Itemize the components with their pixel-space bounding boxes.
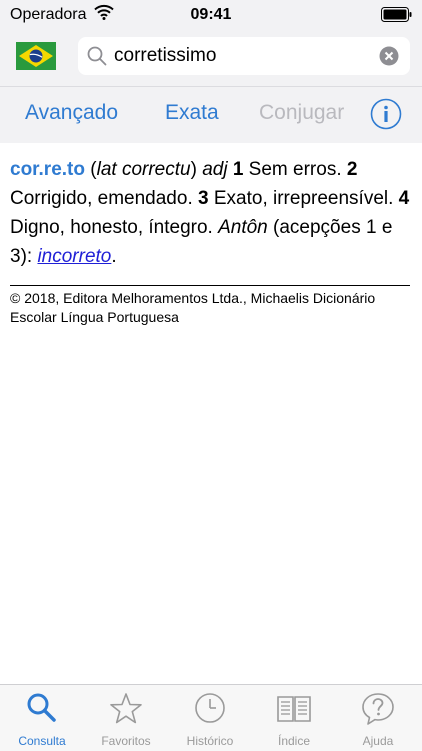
info-icon[interactable] (370, 98, 402, 135)
entry-etymology: lat correctu (96, 159, 191, 180)
antonym-label: Antôn (218, 217, 268, 238)
conjugate-button[interactable]: Conjugar (259, 101, 344, 125)
tab-indice[interactable]: Índice (252, 685, 336, 751)
status-bar: Operadora 09:41 (0, 0, 422, 30)
sense-number-2: 2 (346, 159, 358, 180)
entry-paren-close: ) (190, 159, 203, 180)
copyright-notice: © 2018, Editora Melhoramentos Ltda., Mic… (10, 285, 410, 327)
tab-bar: Consulta Favoritos Histórico Índice Ajud… (0, 684, 422, 751)
clock-time: 09:41 (190, 6, 232, 23)
tab-consulta[interactable]: Consulta (0, 685, 84, 751)
search-bar[interactable] (78, 37, 410, 75)
help-icon (362, 693, 394, 725)
sense-number-4: 4 (398, 188, 410, 209)
dictionary-entry: cor.re.to (lat correctu) adj 1 Sem erros… (10, 155, 412, 271)
search-icon (27, 693, 56, 722)
tab-favoritos[interactable]: Favoritos (84, 685, 168, 751)
top-bar: Operadora 09:41 (0, 0, 422, 86)
battery-icon (381, 7, 413, 27)
star-icon (110, 693, 142, 724)
sense-text-1: Sem erros. (243, 159, 347, 180)
tab-ajuda[interactable]: Ajuda (336, 685, 420, 751)
clear-search-icon[interactable] (379, 46, 399, 71)
entry-headword: cor.re.to (10, 159, 85, 180)
sense-text-4: Digno, honesto, íntegro. (10, 217, 213, 238)
tab-label: Índice (277, 734, 311, 748)
tab-label: Histórico (186, 734, 234, 748)
sense-number-1: 1 (227, 159, 244, 180)
search-input[interactable] (114, 37, 374, 75)
entry-part-of-speech: adj (202, 159, 228, 180)
tab-label: Favoritos (101, 734, 151, 748)
entry-paren-open: ( (84, 159, 97, 180)
tab-label: Consulta (18, 734, 66, 748)
search-icon (86, 45, 108, 72)
search-mode-bar: Avançado Exata Conjugar (0, 86, 422, 143)
sense-number-3: 3 (198, 188, 209, 209)
tab-label: Ajuda (362, 734, 394, 748)
exact-search-button[interactable]: Exata (165, 101, 219, 125)
clock-icon (195, 693, 225, 723)
tab-historico[interactable]: Histórico (168, 685, 252, 751)
book-icon (277, 696, 311, 722)
sense-text-3: Exato, irrepreensível. (208, 188, 399, 209)
entry-end-period: . (111, 246, 117, 267)
sense-text-2: Corrigido, emendado. (10, 188, 198, 209)
advanced-search-button[interactable]: Avançado (25, 101, 118, 125)
brazil-flag-icon[interactable] (16, 42, 56, 75)
antonym-link[interactable]: incorreto (37, 246, 111, 267)
